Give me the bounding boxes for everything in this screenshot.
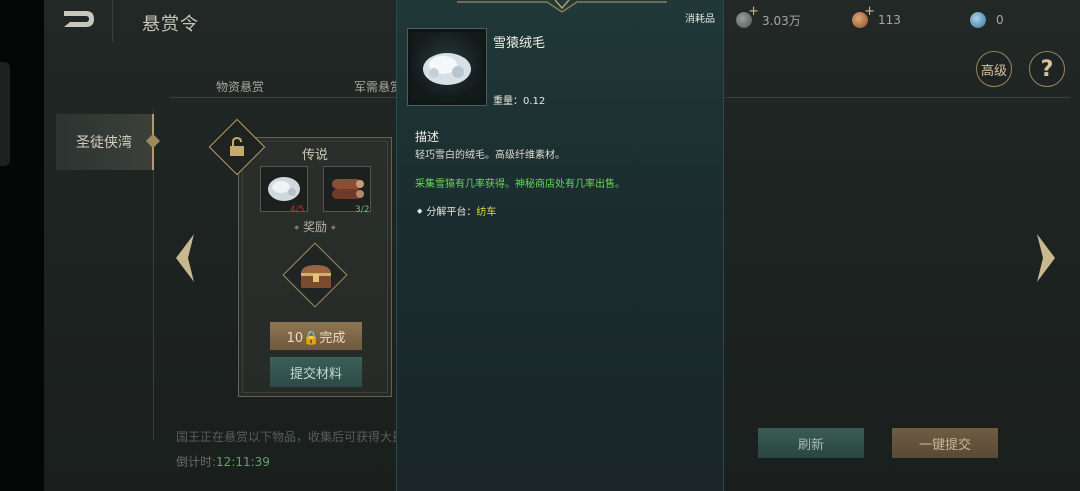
currency-gem[interactable]: 0 — [970, 10, 1004, 30]
decompose-value: 纺车 — [476, 207, 497, 218]
material-progress-logs: 3/2 — [355, 205, 370, 215]
copper-coin-icon: + — [852, 4, 875, 28]
unlock-icon[interactable] — [226, 136, 248, 158]
silver-coin-icon: + — [736, 4, 759, 28]
decompose-platform: ◆ 分解平台：纺车 — [417, 203, 496, 218]
diamond-marker-icon — [145, 133, 161, 149]
countdown-timer: 倒计时:12:11:39 — [176, 453, 270, 470]
reward-label: 奖励 — [290, 218, 340, 235]
back-arrow-icon[interactable] — [60, 6, 98, 32]
tab-military-bounty[interactable]: 军需悬赏 — [354, 78, 402, 95]
item-tooltip: 消耗品 雪猿绒毛 重量：0.12 描述 轻巧雪白的绒毛。高级纤维素材。 采集雪猿… — [396, 0, 724, 491]
refresh-button[interactable]: 刷新 — [758, 428, 864, 458]
ornament-icon — [457, 0, 667, 13]
item-icon-frame — [407, 28, 487, 106]
bullet-diamond-icon: ◆ — [417, 207, 423, 215]
page-title: 悬赏令 — [142, 14, 199, 35]
bounty-info-text: 国王正在悬赏以下物品，收集后可获得大量奖励 — [176, 430, 429, 444]
material-progress-fur: 4/5 — [290, 205, 305, 215]
item-name: 雪猿绒毛 — [493, 36, 546, 51]
region-tab-label: 圣徒侠湾 — [76, 135, 132, 151]
countdown-label: 倒计时: — [176, 455, 217, 469]
description-text: 轻巧雪白的绒毛。高级纤维素材。 — [415, 150, 565, 161]
region-tab-saints-bay[interactable]: 圣徒侠湾 — [56, 114, 161, 170]
description-title: 描述 — [415, 130, 440, 144]
item-weight: 重量：0.12 — [493, 96, 546, 107]
notch — [0, 62, 10, 166]
currency-copper[interactable]: + 113 — [852, 4, 901, 30]
treasure-chest-icon[interactable] — [298, 262, 334, 290]
tab-material-bounty[interactable]: 物资悬赏 — [216, 78, 264, 95]
currency-gem-value: 0 — [996, 13, 1004, 27]
countdown-value: 12:11:39 — [216, 455, 270, 469]
chevron-right-icon[interactable] — [1033, 232, 1059, 284]
item-type: 消耗品 — [685, 14, 715, 25]
complete-button[interactable]: 10🔒完成 — [270, 322, 362, 350]
rarity-label: 传说 — [301, 148, 328, 163]
currency-silver-value: 3.03万 — [762, 13, 801, 28]
currency-silver[interactable]: + 3.03万 — [736, 4, 801, 30]
game-screen: 悬赏令 + 3.03万 + 113 0 高级 ? 物资悬赏 军需悬赏 圣徒侠湾 … — [0, 0, 1080, 491]
source-text: 采集雪猿有几率获得。神秘商店处有几率出售。 — [415, 179, 625, 190]
submit-materials-button[interactable]: 提交材料 — [270, 357, 362, 387]
blue-gem-icon — [970, 12, 986, 28]
header-separator — [112, 0, 113, 42]
snow-ape-fur-icon — [423, 53, 471, 85]
screen-left-edge — [0, 0, 44, 491]
decompose-label: 分解平台： — [426, 207, 477, 218]
one-click-submit-button[interactable]: 一键提交 — [892, 428, 998, 458]
currency-copper-value: 113 — [878, 13, 901, 27]
chevron-left-icon[interactable] — [172, 232, 198, 284]
